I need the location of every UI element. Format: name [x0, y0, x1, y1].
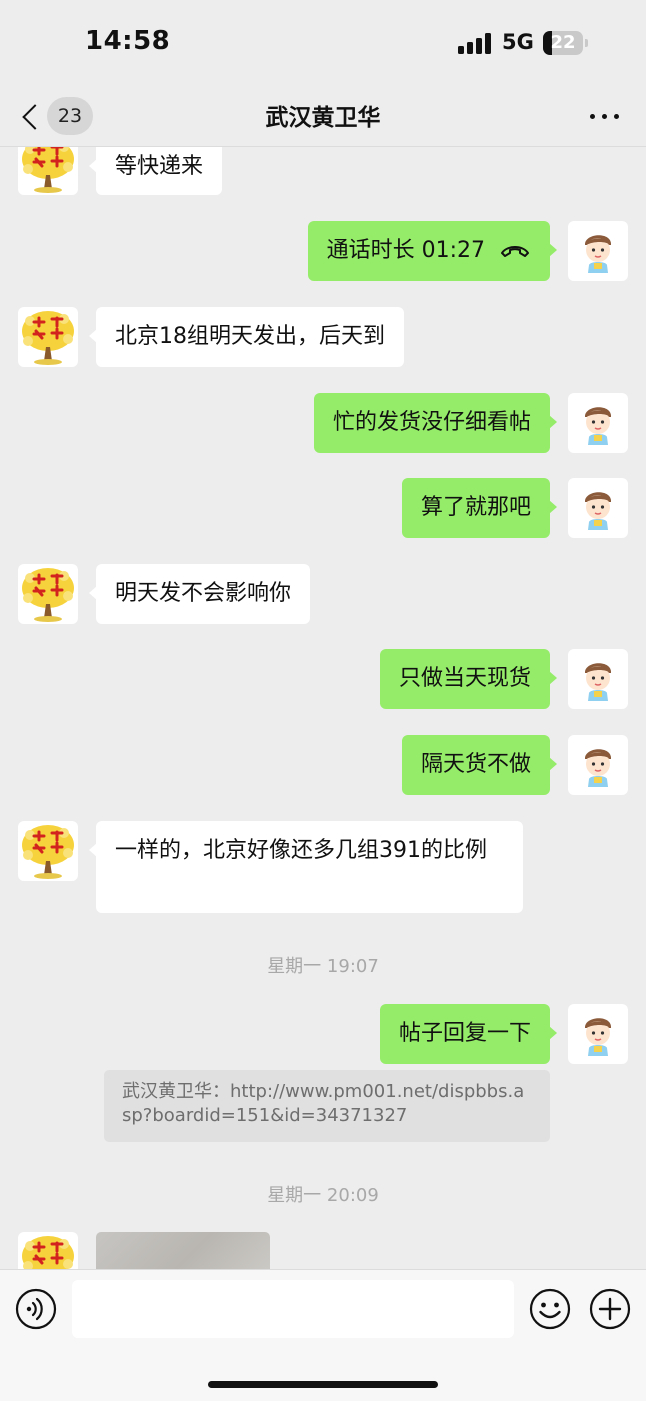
cartoon-boy-avatar-icon	[568, 735, 628, 795]
cartoon-boy-avatar-icon	[568, 393, 628, 453]
emoji-button[interactable]	[529, 1288, 571, 1330]
input-toolbar	[0, 1269, 646, 1401]
battery-icon: 22	[543, 31, 583, 55]
my-avatar[interactable]	[568, 649, 628, 709]
contact-avatar[interactable]	[18, 147, 78, 195]
phone-hangup-icon	[501, 246, 529, 257]
contact-avatar[interactable]	[18, 1232, 78, 1269]
call-record-bubble[interactable]: 通话时长 01:27	[307, 221, 558, 281]
cartoon-boy-avatar-icon	[568, 1004, 628, 1064]
cartoon-boy-avatar-icon	[568, 221, 628, 281]
battery-percentage: 22	[550, 32, 576, 53]
money-tree-avatar-icon	[18, 821, 78, 881]
home-indicator[interactable]	[208, 1381, 438, 1388]
message-bubble-outgoing[interactable]: 只做当天现货	[379, 649, 558, 709]
contact-avatar[interactable]	[18, 307, 78, 367]
money-tree-avatar-icon	[18, 147, 78, 195]
image-message-thumbnail[interactable]	[96, 1232, 270, 1269]
quoted-message[interactable]: 武汉黄卫华：http://www.pm001.net/dispbbs.asp?b…	[104, 1070, 550, 1142]
more-functions-button[interactable]	[589, 1288, 631, 1330]
contact-avatar[interactable]	[18, 564, 78, 624]
call-duration-text: 通话时长 01:27	[326, 238, 485, 263]
dot-icon	[614, 114, 619, 119]
message-bubble-incoming[interactable]: 一样的，北京好像还多几组391的比例	[89, 821, 523, 913]
chat-header: 23 武汉黄卫华	[0, 88, 646, 147]
my-avatar[interactable]	[568, 393, 628, 453]
my-avatar[interactable]	[568, 478, 628, 538]
plus-circle-icon	[589, 1288, 631, 1330]
network-type: 5G	[502, 30, 534, 54]
more-options-button[interactable]	[590, 112, 620, 122]
message-bubble-outgoing[interactable]: 帖子回复一下	[379, 1004, 558, 1064]
message-bubble-incoming[interactable]: 明天发不会影响你	[88, 564, 311, 624]
battery-cap	[585, 39, 588, 47]
dot-icon	[590, 114, 595, 119]
voice-input-button[interactable]	[15, 1288, 57, 1330]
message-bubble-outgoing[interactable]: 隔天货不做	[401, 735, 558, 795]
emoji-icon	[529, 1288, 571, 1330]
cartoon-boy-avatar-icon	[568, 478, 628, 538]
message-bubble-outgoing[interactable]: 算了就那吧	[401, 478, 558, 538]
message-input[interactable]	[72, 1280, 514, 1338]
cellular-signal-icon	[458, 32, 492, 54]
message-timestamp: 星期一 20:09	[267, 1185, 379, 1206]
message-bubble-incoming[interactable]: 北京18组明天发出，后天到	[89, 307, 404, 367]
my-avatar[interactable]	[568, 1004, 628, 1064]
money-tree-avatar-icon	[18, 307, 78, 367]
voice-icon	[15, 1288, 57, 1330]
money-tree-avatar-icon	[18, 564, 78, 624]
my-avatar[interactable]	[568, 735, 628, 795]
my-avatar[interactable]	[568, 221, 628, 281]
message-bubble-outgoing[interactable]: 忙的发货没仔细看帖	[313, 393, 558, 453]
message-list[interactable]: 等快递来 通话时长 01:27 北京18组明天发出，后天到 忙的发货没仔细看帖 …	[0, 147, 646, 1269]
status-time: 14:58	[85, 26, 171, 56]
dot-icon	[602, 114, 607, 119]
contact-avatar[interactable]	[18, 821, 78, 881]
chat-title: 武汉黄卫华	[265, 105, 381, 131]
message-timestamp: 星期一 19:07	[267, 956, 379, 977]
message-bubble-incoming[interactable]: 等快递来	[88, 147, 223, 195]
status-bar: 14:58 5G 22	[0, 0, 646, 88]
money-tree-avatar-icon	[18, 1232, 78, 1269]
cartoon-boy-avatar-icon	[568, 649, 628, 709]
